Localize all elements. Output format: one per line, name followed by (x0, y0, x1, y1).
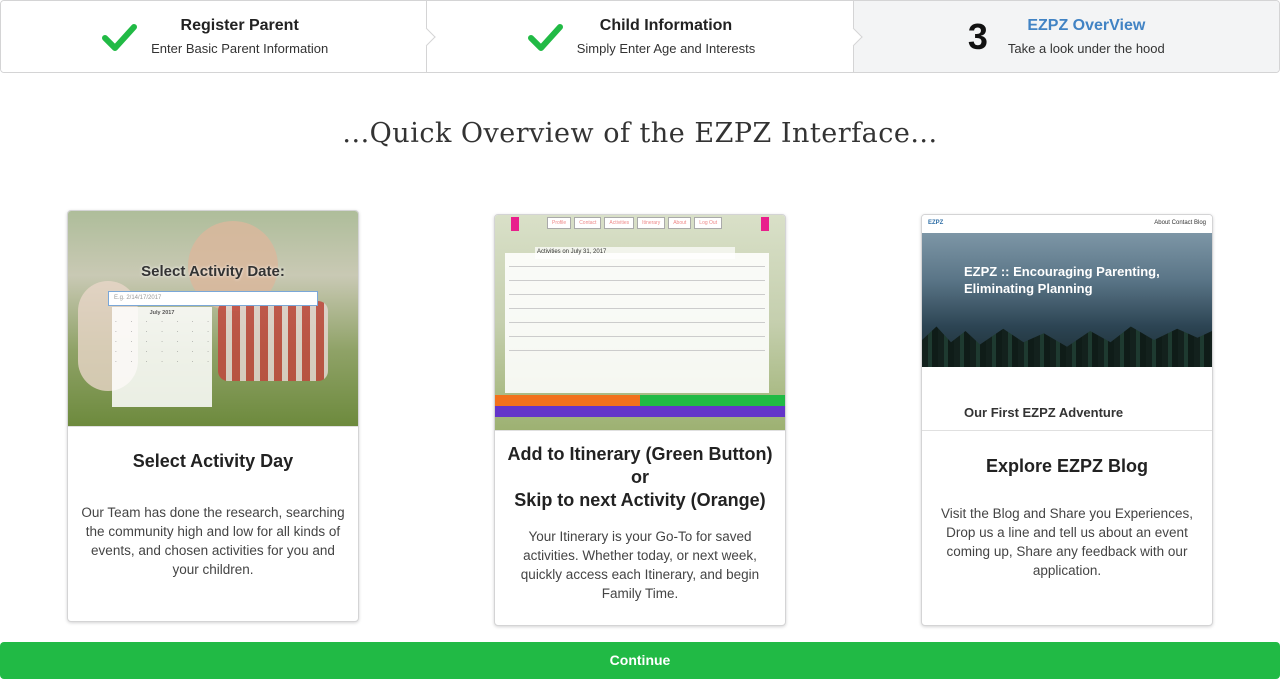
image-add-button (640, 395, 785, 406)
card-description: Visit the Blog and Share you Experiences… (941, 506, 1193, 578)
image-activity-sheet (505, 253, 769, 393)
image-skip-button (495, 395, 640, 406)
image-nav: Profile Contact Activities Itinerary Abo… (547, 217, 723, 229)
page-heading: ...Quick Overview of the EZPZ Interface.… (342, 118, 938, 149)
card-add-to-itinerary: Profile Contact Activities Itinerary Abo… (494, 214, 786, 626)
card-description: Our Team has done the research, searchin… (81, 505, 345, 577)
steps-bar: Register Parent Enter Basic Parent Infor… (0, 0, 1280, 73)
step-title: EZPZ OverView (1027, 17, 1146, 34)
continue-button[interactable]: Continue (0, 642, 1280, 679)
card-title-line-3: Skip to next Activity (Orange) (514, 490, 766, 510)
screenshot-itinerary: Profile Contact Activities Itinerary Abo… (495, 215, 785, 431)
image-links: About Contact Blog (1154, 220, 1206, 226)
step-description: Take a look under the hood (1007, 41, 1165, 56)
screenshot-blog: EZPZ About Contact Blog EZPZ :: Encourag… (922, 215, 1212, 431)
card-title: Explore EZPZ Blog (985, 456, 1149, 476)
calendar-month: July 2017 (149, 310, 175, 316)
card-title-line-1: Add to Itinerary (Green Button) (507, 444, 773, 464)
step-register-parent[interactable]: Register Parent Enter Basic Parent Infor… (1, 1, 437, 72)
step-description: Enter Basic Parent Information (151, 41, 329, 56)
image-caption: Select Activity Date: (141, 263, 285, 280)
card-select-activity-day: Select Activity Date: E.g. 2/14/17/2017 … (67, 210, 359, 622)
step-child-information[interactable]: Child Information Simply Enter Age and I… (427, 1, 863, 72)
step-description: Simply Enter Age and Interests (576, 41, 756, 56)
checkmark-icon (527, 23, 563, 51)
logo-icon (761, 217, 769, 231)
card-title-line-2: or (631, 467, 649, 487)
step-title: Child Information (599, 17, 733, 34)
image-post-title: Our First EZPZ Adventure (964, 405, 1124, 420)
logo-icon (511, 217, 519, 231)
image-calendar: July 2017 · · · · · · · · · · · · · · · · · · · · · · · · · · ·… (112, 307, 212, 407)
image-itinerary-bar (495, 406, 785, 417)
image-date-input: E.g. 2/14/17/2017 (108, 291, 318, 306)
checkmark-icon (102, 23, 138, 51)
image-hero: EZPZ :: Encouraging Parenting, Eliminati… (922, 233, 1212, 367)
card-description: Your Itinerary is your Go-To for saved a… (520, 529, 760, 601)
card-explore-blog: EZPZ About Contact Blog EZPZ :: Encourag… (921, 214, 1213, 626)
step-number: 3 (967, 15, 988, 57)
card-title: Select Activity Day (132, 451, 294, 471)
image-brand: EZPZ (928, 220, 944, 226)
image-hero-title: EZPZ :: Encouraging Parenting, Eliminati… (964, 264, 1160, 296)
step-ezpz-overview[interactable]: 3 EZPZ OverView Take a look under the ho… (853, 1, 1279, 72)
image-header: Activities on July 31, 2017 (535, 247, 735, 259)
screenshot-select-activity-date: Select Activity Date: E.g. 2/14/17/2017 … (68, 211, 358, 427)
step-title: Register Parent (180, 17, 299, 34)
